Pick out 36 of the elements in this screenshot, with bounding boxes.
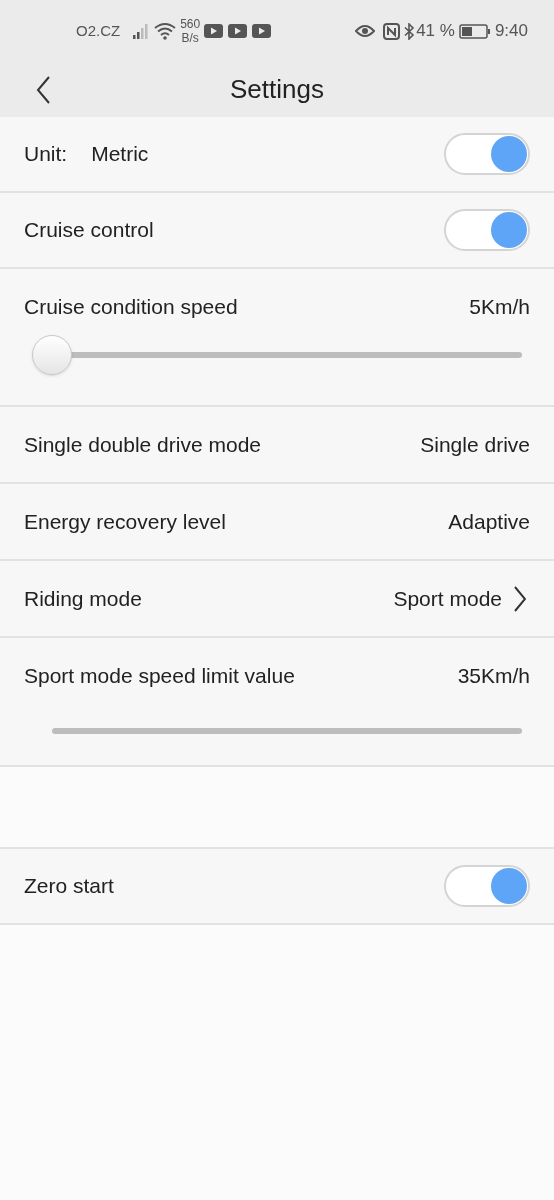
play-icon [204,24,224,38]
setting-value: 5Km/h [469,294,530,320]
setting-label: Zero start [24,873,114,900]
clock-time: 9:40 [494,20,528,43]
toggle-switch[interactable] [444,133,530,175]
slider[interactable] [32,334,522,375]
setting-label: Riding mode [24,585,142,612]
setting-value: Metric [91,141,149,168]
wifi-icon [154,22,177,40]
setting-label: Unit: [24,141,68,168]
bluetooth-icon [404,22,416,40]
toggle-switch[interactable] [444,209,530,251]
setting-value: Single drive [420,431,530,458]
play-icon [252,24,272,38]
slider-thumb[interactable] [32,334,72,375]
signal-icon [132,23,151,39]
eye-icon [355,24,376,38]
screen-title: Settings [230,73,324,106]
setting-label: Cruise control [24,217,154,244]
setting-value: Adaptive [448,508,530,535]
setting-value: Sport mode [393,585,502,612]
carrier-text: O2.CZ [76,20,121,41]
nfc-icon [383,22,401,40]
chevron-right-icon [514,585,526,612]
setting-label: Single double drive mode [24,431,261,458]
battery-percent: 41 % [416,20,455,43]
play-icon [228,24,248,38]
setting-value: 35Km/h [457,663,530,689]
setting-label: Cruise condition speed [24,294,238,320]
setting-label: Sport mode speed limit value [24,663,295,689]
battery-icon [458,23,491,39]
toggle-switch[interactable] [444,865,530,907]
slider-track[interactable] [52,727,522,734]
network-speed-unit: B/s [181,31,199,45]
setting-label: Energy recovery level [24,508,226,535]
network-speed-value: 560 [180,17,201,31]
